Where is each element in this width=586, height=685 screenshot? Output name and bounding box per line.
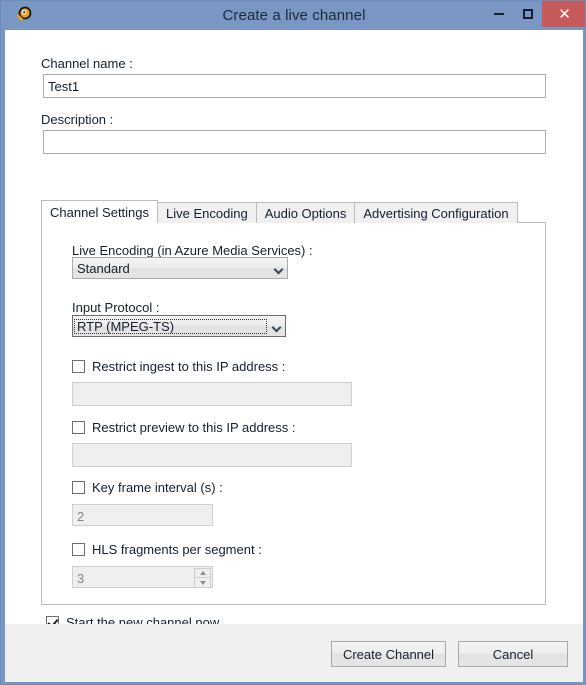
channel-name-input[interactable]: Test1	[43, 74, 546, 98]
chevron-down-icon	[268, 316, 285, 336]
create-channel-button[interactable]: Create Channel	[331, 641, 446, 667]
minimize-button[interactable]	[484, 1, 513, 27]
cancel-button[interactable]: Cancel	[458, 641, 568, 667]
input-protocol-value: RTP (MPEG-TS)	[74, 318, 267, 334]
maximize-icon	[522, 9, 533, 19]
create-live-channel-dialog: Create a live channel ✕ Channel name : T…	[0, 0, 586, 685]
key-frame-interval-label: Key frame interval (s) :	[92, 480, 223, 495]
restrict-ingest-label: Restrict ingest to this IP address :	[92, 359, 286, 374]
hls-fragments-stepper[interactable]: 3	[72, 566, 213, 588]
hls-fragments-checkbox-row[interactable]: HLS fragments per segment :	[72, 542, 262, 557]
hls-fragments-spin-buttons[interactable]	[194, 568, 211, 587]
description-input[interactable]	[43, 130, 546, 154]
restrict-preview-input[interactable]	[72, 443, 352, 467]
spin-down-button[interactable]	[194, 578, 211, 587]
live-encoding-select[interactable]: Standard	[72, 257, 288, 279]
hls-fragments-label: HLS fragments per segment :	[92, 542, 262, 557]
hls-fragments-checkbox[interactable]	[72, 543, 85, 556]
tab-channel-settings[interactable]: Channel Settings	[41, 200, 159, 223]
triangle-down-icon	[199, 580, 206, 585]
key-frame-interval-checkbox[interactable]	[72, 481, 85, 494]
input-protocol-select[interactable]: RTP (MPEG-TS)	[72, 315, 286, 337]
maximize-button[interactable]	[513, 1, 542, 27]
title-bar: Create a live channel ✕	[1, 1, 585, 30]
tab-live-encoding[interactable]: Live Encoding	[157, 202, 257, 223]
restrict-preview-checkbox[interactable]	[72, 421, 85, 434]
hls-fragments-value: 3	[77, 571, 85, 586]
restrict-ingest-checkbox[interactable]	[72, 360, 85, 373]
description-label: Description :	[41, 112, 114, 127]
restrict-ingest-input[interactable]	[72, 382, 352, 406]
window-controls: ✕	[484, 1, 585, 27]
tab-advertising-configuration[interactable]: Advertising Configuration	[354, 202, 518, 223]
dialog-footer: Create Channel Cancel	[5, 624, 583, 682]
minimize-icon	[493, 13, 504, 15]
restrict-preview-label: Restrict preview to this IP address :	[92, 420, 296, 435]
live-encoding-value: Standard	[77, 260, 130, 276]
dialog-body: Channel name : Test1 Description : Chann…	[5, 30, 583, 630]
spin-up-button[interactable]	[194, 568, 211, 578]
chevron-down-icon	[270, 258, 287, 278]
key-frame-interval-input[interactable]: 2	[72, 504, 213, 526]
triangle-up-icon	[199, 571, 206, 575]
input-protocol-label: Input Protocol :	[72, 300, 160, 315]
close-button[interactable]: ✕	[542, 1, 585, 27]
restrict-preview-checkbox-row[interactable]: Restrict preview to this IP address :	[72, 420, 296, 435]
key-frame-interval-checkbox-row[interactable]: Key frame interval (s) :	[72, 480, 223, 495]
restrict-ingest-checkbox-row[interactable]: Restrict ingest to this IP address :	[72, 359, 285, 374]
active-tab-joint	[42, 221, 155, 223]
tab-strip: Channel Settings Live Encoding Audio Opt…	[41, 200, 518, 223]
channel-name-label: Channel name :	[41, 56, 133, 71]
tab-audio-options[interactable]: Audio Options	[255, 202, 356, 223]
close-icon: ✕	[558, 5, 571, 23]
live-encoding-label: Live Encoding (in Azure Media Services) …	[72, 243, 313, 258]
